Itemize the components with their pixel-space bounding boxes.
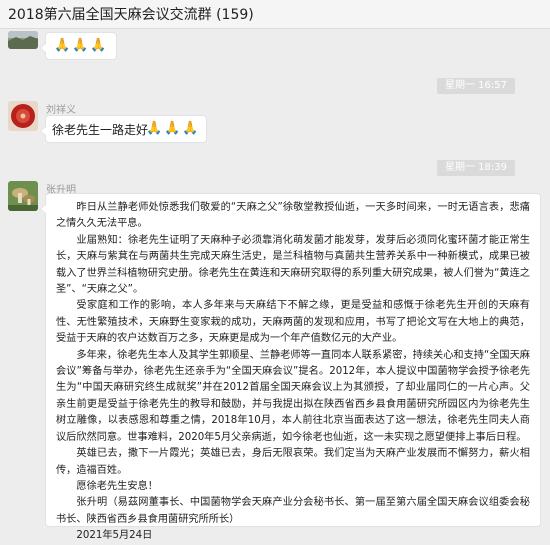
timestamp: 星期一 18:39 [437,160,515,176]
message-bubble[interactable]: 徐老先生一路走好 🙏🙏🙏 [40,115,207,143]
message-date: 2021年5月24日 [76,530,153,542]
message-paragraph: 业届熟知：徐老先生证明了天麻种子必须靠消化萌发菌才能发芽，发芽后必须同化蜜环菌才… [56,234,530,296]
avatar[interactable] [8,181,38,211]
chat-title: 2018第六届全国天麻会议交流群 (159) [8,7,254,23]
sender-name: 刘祥义 [46,105,76,116]
avatar-landscape-icon [8,31,38,49]
chat-message-area[interactable]: 🙏🙏🙏 星期一 16:57 刘祥义 徐老先生一路走好 🙏🙏🙏 星期一 18:39… [0,29,550,541]
message-paragraph: 英雄已去，撒下一片霞光；英雄已去，身后无限哀荣。我们定当为天麻产业发展而不懈努力… [56,448,530,476]
message-paragraph: 受家庭和工作的影响，本人多年来与天麻结下不解之缘，更是受益和感慨于徐老先生开创的… [56,300,530,345]
message-bubble[interactable]: 🙏🙏🙏 [40,32,117,60]
message-text: 徐老先生一路走好 [52,123,149,137]
avatar[interactable] [8,31,38,49]
avatar-green-mushroom-icon [8,181,38,211]
message-bubble[interactable]: 昨日从兰静老师处惊悉我们敬爱的“天麻之父”徐敬堂教授仙逝，一天多时间来，一时无语… [40,193,541,541]
message-paragraph: 昨日从兰静老师处惊悉我们敬爱的“天麻之父”徐敬堂教授仙逝，一天多时间来，一时无语… [56,202,530,230]
message-paragraph: 多年来，徐老先生本人及其学生郭顺星、兰静老师等一直同本人联系紧密，持续关心和支持… [56,349,530,443]
prayer-hands-emoji: 🙏🙏🙏 [146,121,201,136]
message-paragraph: 张升明（易茲网董事长、中国菌物学会天麻产业分会秘书长、第一届至第六届全国天麻会议… [56,497,530,525]
avatar[interactable] [8,101,38,131]
avatar-red-circle-icon [8,101,38,131]
message-paragraph: 愿徐老先生安息！ [76,480,158,492]
chat-title-bar: 2018第六届全国天麻会议交流群 (159) [0,0,550,29]
timestamp: 星期一 16:57 [437,78,515,94]
prayer-hands-emoji: 🙏🙏🙏 [54,38,109,53]
